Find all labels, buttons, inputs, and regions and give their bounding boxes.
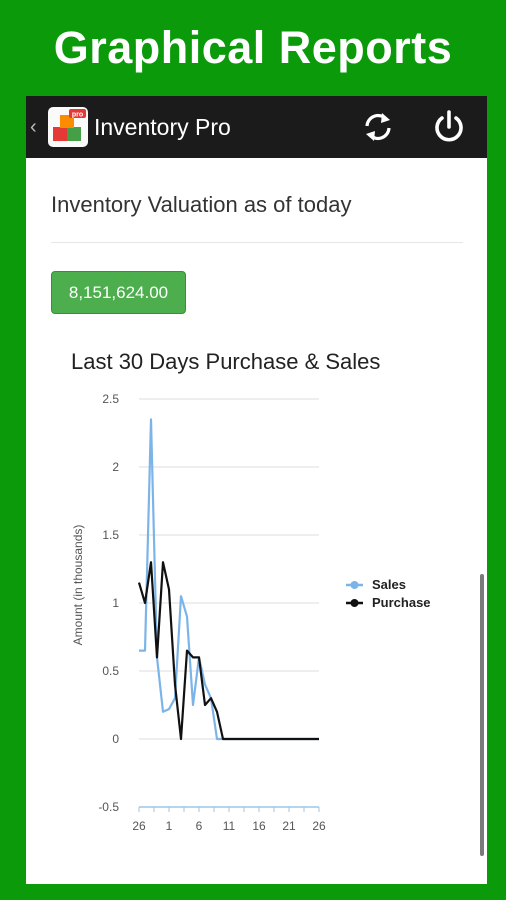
y-tick-label: 1.5 <box>102 528 119 542</box>
y-tick-label: 1 <box>112 596 119 610</box>
legend-marker-purchase <box>350 599 359 607</box>
y-tick-label: -0.5 <box>98 800 119 814</box>
vertical-scrollbar[interactable] <box>480 574 484 856</box>
x-tick-label: 26 <box>132 819 146 833</box>
purchase-sales-chart: 2.521.510.50-0.526 1 6 11 16 21 26Amount (in t… <box>71 392 431 833</box>
y-tick-label: 0.5 <box>102 664 119 678</box>
legend-marker-sales <box>350 581 359 589</box>
x-tick-label: 11 <box>223 819 236 833</box>
app-screen: ‹ pro Inventory Pro Inventory Valuation … <box>26 96 487 884</box>
series-line-purchase <box>137 561 319 741</box>
y-axis-label: Amount (in thousands) <box>71 525 85 646</box>
promo-banner-title: Graphical Reports <box>53 22 453 73</box>
x-tick-label: 6 <box>196 819 203 833</box>
x-tick-label: 26 <box>312 819 326 833</box>
legend-label-purchase: Purchase <box>372 595 431 610</box>
x-tick-label: 1 <box>166 819 173 833</box>
x-tick-label: 21 <box>282 819 296 833</box>
x-tick-label: 16 <box>252 819 266 833</box>
y-tick-label: 2.5 <box>102 392 119 406</box>
legend-label-sales: Sales <box>372 577 406 592</box>
y-tick-label: 0 <box>112 732 119 746</box>
y-tick-label: 2 <box>112 460 119 474</box>
